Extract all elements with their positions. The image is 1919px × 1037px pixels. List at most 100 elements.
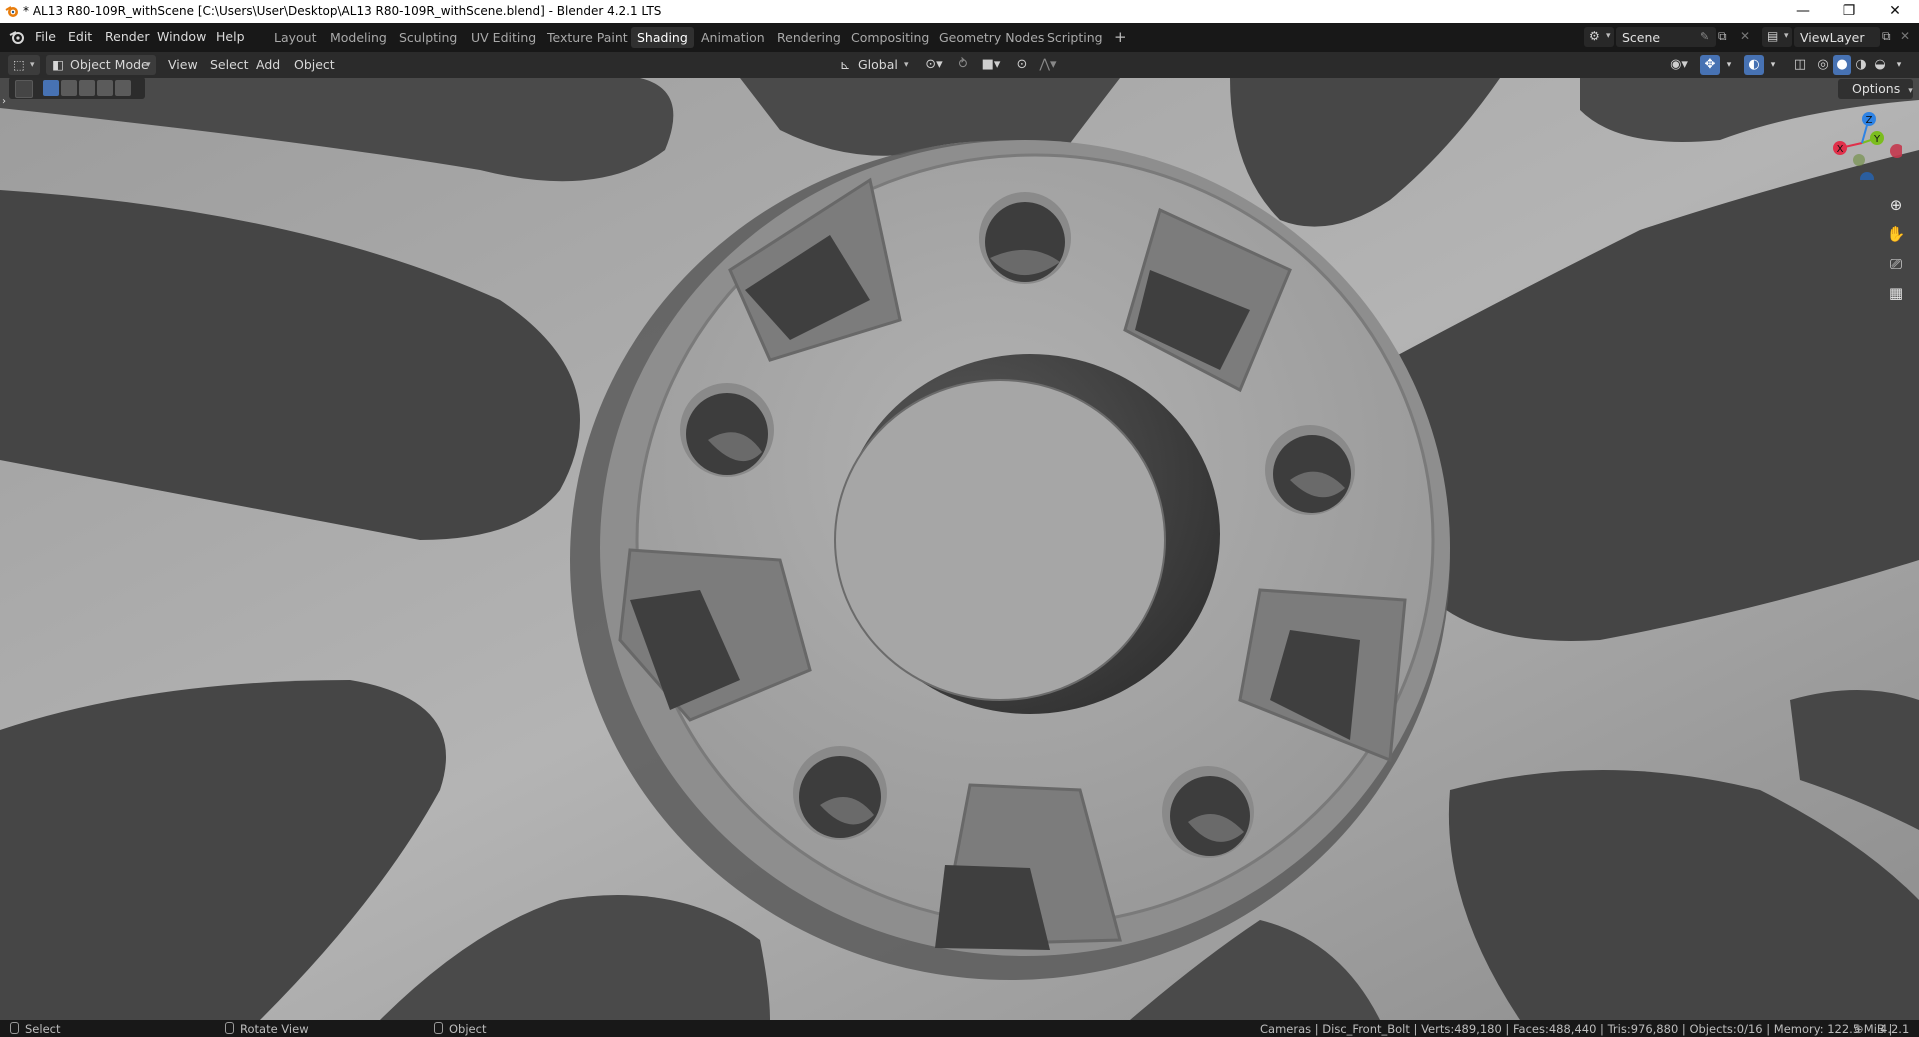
tab-animation[interactable]: Animation <box>695 27 771 48</box>
chevron-down-icon[interactable]: ▾ <box>1892 55 1906 75</box>
chevron-down-icon: ▾ <box>1908 86 1913 96</box>
scene-name-field[interactable]: Scene ✎ <box>1616 27 1716 47</box>
menu-file[interactable]: File <box>35 29 56 44</box>
new-scene-icon[interactable]: ⧉ <box>1718 29 1727 44</box>
menu-window[interactable]: Window <box>157 29 206 44</box>
tab-texture-paint[interactable]: Texture Paint <box>541 27 634 48</box>
window-title: * AL13 R80-109R_withScene [C:\Users\User… <box>23 4 662 18</box>
tab-shading[interactable]: Shading <box>631 27 694 48</box>
scene-icon: ⚙ <box>1589 29 1600 43</box>
gizmo-y-label: Y <box>1873 134 1881 145</box>
pivot-point-icon[interactable]: ⊙▾ <box>920 55 948 75</box>
delete-scene-icon[interactable]: ✕ <box>1740 29 1750 43</box>
menu-view[interactable]: View <box>168 55 198 75</box>
bolt-hole <box>680 383 774 477</box>
menu-edit[interactable]: Edit <box>68 29 92 44</box>
bolt-hole <box>793 746 887 840</box>
mouse-middle-icon <box>225 1022 234 1034</box>
view-layer-name-field[interactable]: ViewLayer <box>1794 27 1880 47</box>
gizmo-z-label: Z <box>1866 115 1873 126</box>
select-box-new-icon[interactable] <box>43 80 59 96</box>
options-label: Options <box>1852 81 1901 96</box>
wireframe-shading-icon[interactable]: ◎ <box>1814 55 1832 75</box>
solid-shading-icon[interactable]: ● <box>1833 55 1851 75</box>
chevron-down-icon: ▾ <box>1606 31 1611 41</box>
tab-geometry-nodes[interactable]: Geometry Nodes <box>933 27 1050 48</box>
menu-render[interactable]: Render <box>105 29 150 44</box>
view-layer-icon: ▤ <box>1767 29 1779 43</box>
gizmo-toggle-icon[interactable]: ✥ <box>1700 55 1720 75</box>
menu-add[interactable]: Add <box>256 55 280 75</box>
menu-help[interactable]: Help <box>216 29 245 44</box>
rendered-shading-icon[interactable]: ◒ <box>1871 55 1889 75</box>
select-box-extend-icon[interactable] <box>61 80 77 96</box>
tab-scripting[interactable]: Scripting <box>1041 27 1109 48</box>
view-layer-browse-button[interactable]: ▤ ▾ <box>1762 27 1792 47</box>
bolt-hole <box>979 192 1071 284</box>
orientation-icon: ⊾ <box>840 57 851 72</box>
toolbar-expand-icon[interactable]: › <box>2 96 6 107</box>
chevron-down-icon[interactable]: ▾ <box>1766 55 1780 75</box>
orientation-label: Global <box>858 57 898 72</box>
proportional-editing-icon[interactable]: ⊙ <box>1014 55 1030 75</box>
scene-browse-button[interactable]: ⚙ ▾ <box>1584 27 1614 47</box>
object-mode-dropdown[interactable]: ◧ Object Mode ▾ <box>46 55 156 75</box>
object-mode-label: Object Mode <box>70 57 149 72</box>
overlays-toggle-icon[interactable]: ◐ <box>1744 55 1764 75</box>
status-object-hint: Object <box>434 1022 486 1036</box>
restore-button[interactable]: ❐ <box>1826 0 1872 23</box>
chevron-down-icon[interactable]: ▾ <box>1722 55 1736 75</box>
pan-hand-icon[interactable]: ✋ <box>1883 221 1909 247</box>
visibility-icon[interactable]: ◉▾ <box>1664 55 1694 75</box>
perspective-toggle-icon[interactable]: ▦ <box>1883 280 1909 306</box>
tab-uv-editing[interactable]: UV Editing <box>465 27 542 48</box>
options-dropdown[interactable]: Options ▾ <box>1838 79 1913 99</box>
gizmo-x-label: X <box>1837 144 1844 155</box>
object-mode-icon: ◧ <box>52 57 64 72</box>
add-workspace-button[interactable]: + <box>1108 27 1133 48</box>
minimize-button[interactable]: — <box>1780 0 1826 23</box>
view-layer-name: ViewLayer <box>1800 30 1865 45</box>
scene-name: Scene <box>1622 30 1661 45</box>
tab-sculpting[interactable]: Sculpting <box>393 27 463 48</box>
status-rotate-hint: Rotate View <box>225 1022 309 1036</box>
viewport-header: ⬚ ▾ ◧ Object Mode ▾ View Select Add Obje… <box>0 52 1919 78</box>
top-bar: File Edit Render Window Help Layout Mode… <box>0 23 1919 52</box>
tab-compositing[interactable]: Compositing <box>845 27 935 48</box>
snap-icon[interactable]: ⥁ <box>954 55 972 75</box>
zoom-icon[interactable]: ⊕ <box>1883 192 1909 218</box>
select-box-intersect-icon[interactable] <box>115 80 131 96</box>
menu-select[interactable]: Select <box>210 55 249 75</box>
new-view-layer-icon[interactable]: ⧉ <box>1882 29 1891 44</box>
status-select-hint: Select <box>10 1022 60 1036</box>
blender-version: 4.2.1 <box>1880 1022 1910 1036</box>
material-preview-icon[interactable]: ◑ <box>1852 55 1870 75</box>
snap-target-icon[interactable]: ■▾ <box>976 55 1006 75</box>
falloff-icon[interactable]: ⋀▾ <box>1034 55 1062 75</box>
blender-menu-icon[interactable] <box>9 30 25 44</box>
mouse-left-icon <box>10 1022 19 1034</box>
tab-layout[interactable]: Layout <box>268 27 323 48</box>
chevron-down-icon: ▾ <box>904 60 909 70</box>
select-box-invert-icon[interactable] <box>97 80 113 96</box>
wheel-model-render <box>0 78 1919 1020</box>
camera-view-icon[interactable]: ⎚ <box>1883 251 1909 277</box>
menu-object[interactable]: Object <box>294 55 335 75</box>
window-titlebar: * AL13 R80-109R_withScene [C:\Users\User… <box>0 0 1919 23</box>
bolt-hole <box>1162 766 1254 858</box>
delete-view-layer-icon[interactable]: ✕ <box>1900 29 1910 43</box>
close-window-button[interactable]: ✕ <box>1872 0 1918 23</box>
pin-icon[interactable]: ✎ <box>1700 30 1709 43</box>
cursor-tool-icon[interactable] <box>15 80 33 98</box>
tab-rendering[interactable]: Rendering <box>771 27 847 48</box>
navigation-gizmo[interactable]: X Y Z <box>1822 110 1902 180</box>
3d-viewport[interactable]: › X Y Z ⊕ ✋ ⎚ ▦ <box>0 78 1919 1020</box>
transform-orientation-dropdown[interactable]: ⊾ Global ▾ <box>838 55 914 75</box>
xray-toggle-icon[interactable]: ◫ <box>1790 55 1810 75</box>
3d-viewport-icon: ⬚ <box>13 57 25 72</box>
network-icon: ⊕ <box>1854 1022 1864 1036</box>
select-box-subtract-icon[interactable] <box>79 80 95 96</box>
editor-type-button[interactable]: ⬚ ▾ <box>8 55 40 75</box>
scene-statistics: Cameras | Disc_Front_Bolt | Verts:489,18… <box>1260 1022 1893 1036</box>
tab-modeling[interactable]: Modeling <box>324 27 393 48</box>
